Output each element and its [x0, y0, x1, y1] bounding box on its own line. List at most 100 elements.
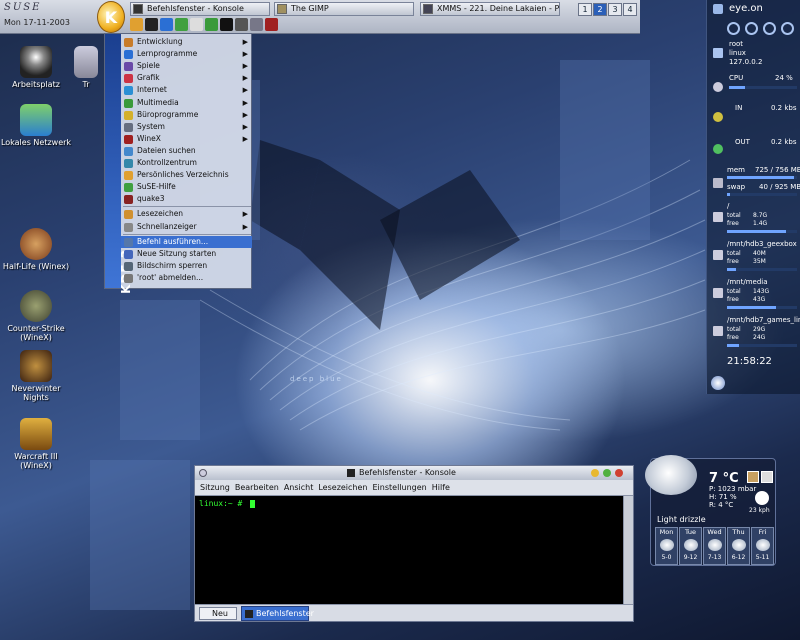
menu-item-label: System — [137, 121, 165, 131]
forecast-temp-range: 5-0 — [661, 554, 672, 561]
pager-desktop-2[interactable]: 2 — [593, 3, 607, 16]
menu-item-label: WineX — [137, 133, 161, 143]
menu-hilfe[interactable]: Hilfe — [432, 483, 450, 492]
kde-menu-item[interactable]: Internet ▶ — [121, 84, 252, 96]
desktop-icon-label: Tr — [82, 80, 90, 89]
menu-item-icon — [124, 222, 133, 232]
kde-menu-item[interactable]: Lesezeichen ▶ — [121, 208, 252, 220]
home-folder-icon[interactable] — [130, 18, 143, 31]
kde-menu-item[interactable]: SuSE-Hilfe — [121, 181, 252, 193]
menu-sitzung[interactable]: Sitzung — [200, 483, 230, 492]
minimize-button[interactable] — [591, 469, 599, 477]
kde-menu-item[interactable]: Büroprogramme ▶ — [121, 109, 252, 121]
forecast-temp-range: 6-12 — [731, 554, 746, 561]
pager-desktop-1[interactable]: 1 — [578, 3, 592, 16]
monitor-icon — [713, 4, 723, 14]
menu-ansicht[interactable]: Ansicht — [284, 483, 314, 492]
konsole-titlebar[interactable]: Befehlsfenster - Konsole — [195, 466, 633, 480]
menu-einstellungen[interactable]: Einstellungen — [373, 483, 427, 492]
submenu-arrow-icon: ▶ — [242, 50, 248, 59]
menu-item-label: Dateien suchen — [137, 145, 196, 155]
kde-menu-item[interactable]: Schnellanzeiger ▶ — [121, 221, 252, 233]
kde-menu-item[interactable]: Spiele ▶ — [121, 60, 252, 72]
drive-mount: /mnt/hdb3_geexbox — [727, 240, 797, 248]
drive-free: 24G — [753, 334, 766, 341]
konsole-window: Befehlsfenster - Konsole Sitzung Bearbeit… — [194, 465, 634, 622]
drive-icon — [713, 288, 723, 298]
pager-desktop-3[interactable]: 3 — [608, 3, 622, 16]
forecast-day[interactable]: Fri 5-11 — [751, 527, 774, 565]
cpu-label: CPU — [729, 74, 744, 82]
kde-menu-item[interactable]: Kontrollzentrum — [121, 157, 252, 169]
drive-icon — [713, 212, 723, 222]
kde-menu-item[interactable]: Persönliches Verzeichnis — [121, 169, 252, 181]
menu-item-label: Schnellanzeiger — [137, 221, 197, 231]
menu-item-label: Grafik — [137, 73, 160, 83]
pager-desktop-4[interactable]: 4 — [623, 3, 637, 16]
mail-icon[interactable] — [190, 18, 203, 31]
settings-icon[interactable] — [250, 18, 263, 31]
help-icon[interactable] — [175, 18, 188, 31]
kde-menu-item[interactable]: Bildschirm sperren — [121, 260, 252, 272]
menu-lesezeichen[interactable]: Lesezeichen — [318, 483, 367, 492]
kde-menu-item[interactable]: WineX ▶ — [121, 133, 252, 145]
taskbar-item-xmms[interactable]: XMMS - 221. Deine Lakaien - Pra — [420, 2, 560, 16]
swap-value: 40 / 925 MB — [759, 183, 800, 191]
mem-value: 725 / 756 MB — [755, 166, 800, 174]
kde-menu-item[interactable]: Neue Sitzung starten — [121, 248, 252, 260]
panel-clock-date[interactable]: Mon 17-11-2003 — [4, 18, 94, 27]
kde-menu-item[interactable]: Befehl ausführen... — [121, 235, 252, 248]
kde-menu-item[interactable]: Multimedia ▶ — [121, 97, 252, 109]
window-menu-icon[interactable] — [199, 469, 207, 477]
maximize-button[interactable] — [603, 469, 611, 477]
net-in-value: 0.2 kbs — [771, 104, 797, 112]
xmms-icon — [423, 4, 433, 14]
office-icon[interactable] — [205, 18, 218, 31]
new-session-label: Neu — [212, 609, 228, 618]
cloud-icon — [731, 539, 746, 551]
desktop-icon-arbeitsplatz[interactable]: Arbeitsplatz — [0, 46, 72, 89]
terminal-scrollbar[interactable] — [623, 496, 633, 604]
kde-menu-item[interactable]: Grafik ▶ — [121, 72, 252, 84]
terminal-area[interactable]: linux:~ # — [195, 496, 623, 604]
games-icon[interactable] — [265, 18, 278, 31]
kde-menu-button[interactable]: K — [97, 1, 125, 33]
desktop-icon-trash[interactable]: Tr — [66, 46, 106, 89]
neverwinter-icon — [20, 350, 52, 382]
new-session-button[interactable]: Neu — [199, 607, 237, 620]
session-tab[interactable]: Befehlsfenster — [241, 606, 314, 621]
forecast-day[interactable]: Tue 9-12 — [679, 527, 702, 565]
desktop-icon-neverwinter[interactable]: Neverwinter Nights — [0, 350, 72, 402]
sysmon-ip: 127.0.0.2 — [729, 58, 763, 66]
forecast-day[interactable]: Wed 7-13 — [703, 527, 726, 565]
menu-item-icon — [124, 38, 133, 47]
wallpaper-text: deep blue — [290, 375, 343, 383]
desktop-icon-half-life[interactable]: Half-Life (Winex) — [0, 228, 72, 271]
terminal-icon[interactable] — [145, 18, 158, 31]
menu-item-icon — [124, 195, 133, 205]
forecast-day[interactable]: Thu 6-12 — [727, 527, 750, 565]
tux-icon[interactable] — [220, 18, 233, 31]
kde-menu-item[interactable]: System ▶ — [121, 121, 252, 133]
kde-menu-item[interactable]: 'root' abmelden... — [121, 272, 252, 284]
kde-menu-item[interactable]: Dateien suchen — [121, 145, 252, 157]
kde-menu-item[interactable]: Lernprogramme ▶ — [121, 48, 252, 60]
desktop-icon-counter-strike[interactable]: Counter-Strike (WineX) — [0, 290, 72, 342]
taskbar-item-konsole[interactable]: Befehlsfenster - Konsole — [130, 2, 270, 16]
desktop-icon-warcraft[interactable]: Warcraft III (WineX) — [0, 418, 72, 470]
close-button[interactable] — [615, 469, 623, 477]
desktop-icon-network[interactable]: Lokales Netzwerk — [0, 104, 72, 147]
network-in-icon — [713, 112, 723, 122]
forecast-day[interactable]: Mon 5-0 — [655, 527, 678, 565]
flag-icon[interactable] — [761, 471, 773, 483]
kde-menu-item[interactable]: Entwicklung ▶ — [121, 36, 252, 48]
station-icon[interactable] — [747, 471, 759, 483]
drive-usage-bar — [727, 268, 797, 271]
menu-bearbeiten[interactable]: Bearbeiten — [235, 483, 279, 492]
media-icon[interactable] — [235, 18, 248, 31]
taskbar-item-gimp[interactable]: The GIMP — [274, 2, 414, 16]
browser-icon[interactable] — [160, 18, 173, 31]
menu-item-label: quake3 — [137, 194, 165, 204]
kde-menu-item[interactable]: quake3 — [121, 193, 252, 205]
menu-item-icon — [124, 249, 133, 259]
